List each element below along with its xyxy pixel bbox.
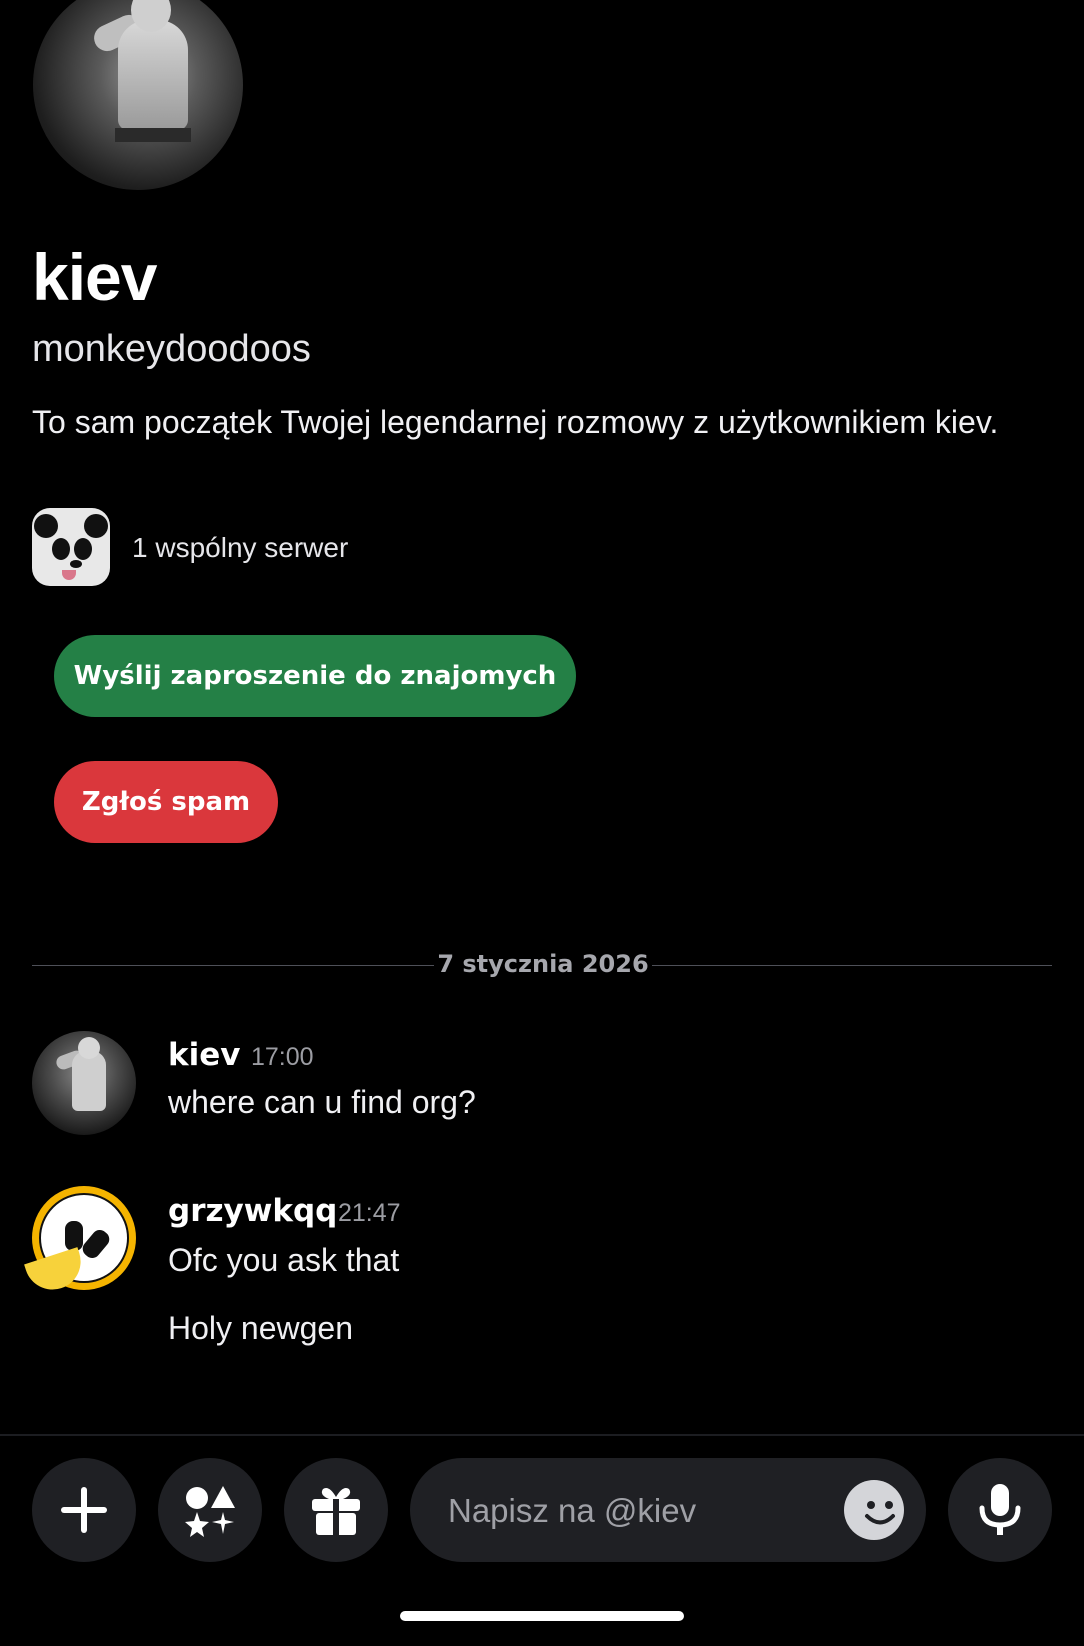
message-timestamp: 21:47 (338, 1199, 401, 1227)
divider-line-left (32, 965, 434, 966)
message-text: Holy newgen (168, 1310, 353, 1346)
apps-button[interactable] (158, 1458, 262, 1562)
mutual-server-icon[interactable] (32, 508, 110, 586)
microphone-icon (979, 1484, 1021, 1535)
composer-separator (0, 1434, 1084, 1436)
emoji-icon (865, 1501, 895, 1525)
emoji-button[interactable] (844, 1480, 904, 1540)
add-friend-button[interactable]: Wyślij zaproszenie do znajomych (54, 635, 576, 717)
conversation-intro-text: To sam początek Twojej legendarnej rozmo… (32, 404, 999, 440)
home-indicator[interactable] (400, 1611, 684, 1621)
plus-icon (61, 1487, 107, 1533)
message-input[interactable] (446, 1484, 830, 1538)
profile-display-name: kiev (32, 240, 157, 314)
message-composer (410, 1458, 926, 1562)
date-divider: 7 stycznia 2026 (437, 950, 649, 978)
mutual-servers-label[interactable]: 1 wspólny serwer (132, 532, 348, 564)
gift-button[interactable] (284, 1458, 388, 1562)
message-avatar-kiev[interactable] (32, 1031, 136, 1135)
profile-avatar[interactable] (33, 0, 243, 190)
message-author[interactable]: kiev (168, 1040, 240, 1071)
report-spam-button[interactable]: Zgłoś spam (54, 761, 278, 843)
profile-username: monkeydoodoos (32, 328, 311, 370)
divider-line-right (652, 965, 1052, 966)
message-author[interactable]: grzywkqq (168, 1196, 337, 1227)
message-timestamp: 17:00 (251, 1043, 314, 1071)
voice-message-button[interactable] (948, 1458, 1052, 1562)
apps-icon (185, 1486, 235, 1537)
attach-button[interactable] (32, 1458, 136, 1562)
message-text: where can u find org? (168, 1084, 476, 1120)
gift-icon (312, 1488, 360, 1535)
message-text: Ofc you ask that (168, 1242, 400, 1278)
